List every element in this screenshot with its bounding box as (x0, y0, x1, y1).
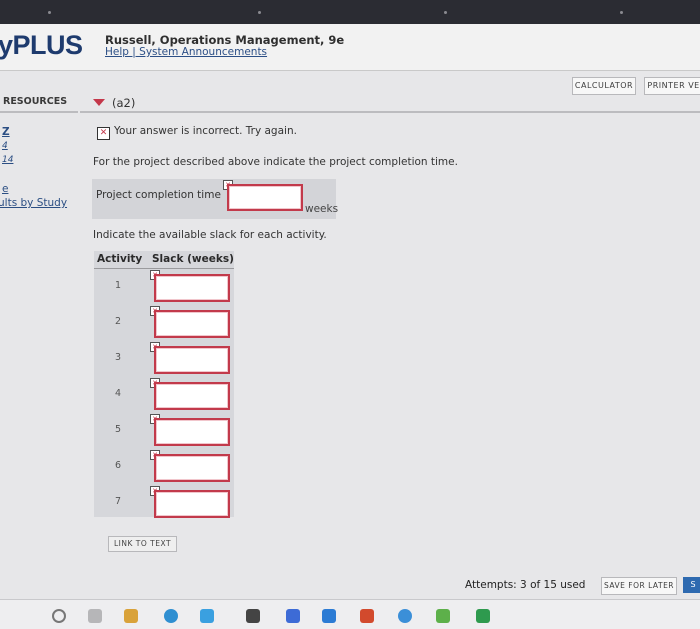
submit-answer-button[interactable]: S (683, 577, 700, 593)
incorrect-x-icon: ✕ (97, 127, 110, 140)
question-part-title[interactable]: (a2) (93, 96, 135, 110)
app-store-icon[interactable] (200, 609, 214, 623)
slack-input-4[interactable] (154, 382, 230, 410)
calendar-icon[interactable] (124, 609, 138, 623)
slack-input-1[interactable] (154, 274, 230, 302)
calculator-button[interactable]: CALCULATOR (572, 77, 636, 95)
activity-number: 4 (114, 388, 122, 399)
help-links[interactable]: Help | System Announcements (105, 46, 267, 58)
messages-icon[interactable] (436, 609, 450, 623)
slack-input-7[interactable] (154, 490, 230, 518)
slack-table: Activity Slack (weeks) 1 ✕ 2 ✕ 3 ✕ 4 ✕ 5… (94, 251, 234, 518)
finder-icon[interactable] (88, 609, 102, 623)
word-icon[interactable] (286, 609, 300, 623)
powerpoint-icon[interactable] (360, 609, 374, 623)
attempts-counter: Attempts: 3 of 15 used (465, 579, 586, 591)
header-divider (94, 268, 234, 269)
sidebar-link[interactable]: e (2, 183, 8, 195)
resources-heading: RESOURCES (3, 96, 68, 107)
bar-dot (444, 11, 447, 14)
course-title: Russell, Operations Management, 9e (105, 33, 345, 47)
bar-dot (620, 11, 623, 14)
activity-number: 6 (114, 460, 122, 471)
feedback-message: ✕ Your answer is incorrect. Try again. (97, 125, 297, 140)
chrome-icon[interactable] (398, 609, 412, 623)
bar-dot (258, 11, 261, 14)
activity-number: 3 (114, 352, 122, 363)
completion-time-label: Project completion time (96, 189, 221, 201)
slack-input-2[interactable] (154, 310, 230, 338)
wileyplus-logo: yPLUS (0, 30, 83, 60)
slack-input-6[interactable] (154, 454, 230, 482)
feedback-text: Your answer is incorrect. Try again. (114, 125, 297, 137)
activity-number: 1 (114, 280, 122, 291)
bar-dot (48, 11, 51, 14)
completion-time-input[interactable] (227, 184, 303, 211)
part-label: (a2) (112, 96, 136, 110)
printer-version-button[interactable]: PRINTER VEI (644, 77, 700, 95)
safari-icon[interactable] (164, 609, 178, 623)
app-header: yPLUS Russell, Operations Management, 9e… (0, 24, 700, 71)
sidebar-divider (0, 111, 78, 113)
activity-number: 2 (114, 316, 122, 327)
collapse-triangle-icon[interactable] (93, 99, 105, 106)
assignment-content: CALCULATOR PRINTER VEI RESOURCES Z 4 14 … (0, 71, 700, 599)
weeks-unit-label: weeks (305, 203, 339, 215)
activity-number: 5 (114, 424, 122, 435)
outlook-icon[interactable] (322, 609, 336, 623)
slack-prompt: Indicate the available slack for each ac… (93, 229, 327, 241)
completion-prompt: For the project described above indicate… (93, 156, 458, 168)
sidebar-link[interactable]: Z (2, 126, 10, 138)
top-bar (0, 0, 700, 24)
taskbar (0, 599, 700, 629)
link-to-text-button[interactable]: LINK TO TEXT (108, 536, 178, 552)
sidebar-link[interactable]: 4 (2, 141, 8, 151)
refresh-icon[interactable] (52, 609, 66, 623)
save-for-later-button[interactable]: SAVE FOR LATER (601, 577, 677, 595)
activity-column-header: Activity (97, 253, 143, 265)
completion-time-panel: Project completion time ✕ weeks (92, 179, 339, 219)
results-by-study-link[interactable]: ults by Study (0, 197, 67, 209)
app-icon[interactable] (246, 609, 260, 623)
slack-input-3[interactable] (154, 346, 230, 374)
main-divider (80, 111, 700, 113)
slack-input-5[interactable] (154, 418, 230, 446)
activity-number: 7 (114, 496, 122, 507)
slack-column-header: Slack (weeks) (152, 253, 234, 265)
sidebar-link[interactable]: 14 (2, 155, 13, 165)
excel-icon[interactable] (476, 609, 490, 623)
